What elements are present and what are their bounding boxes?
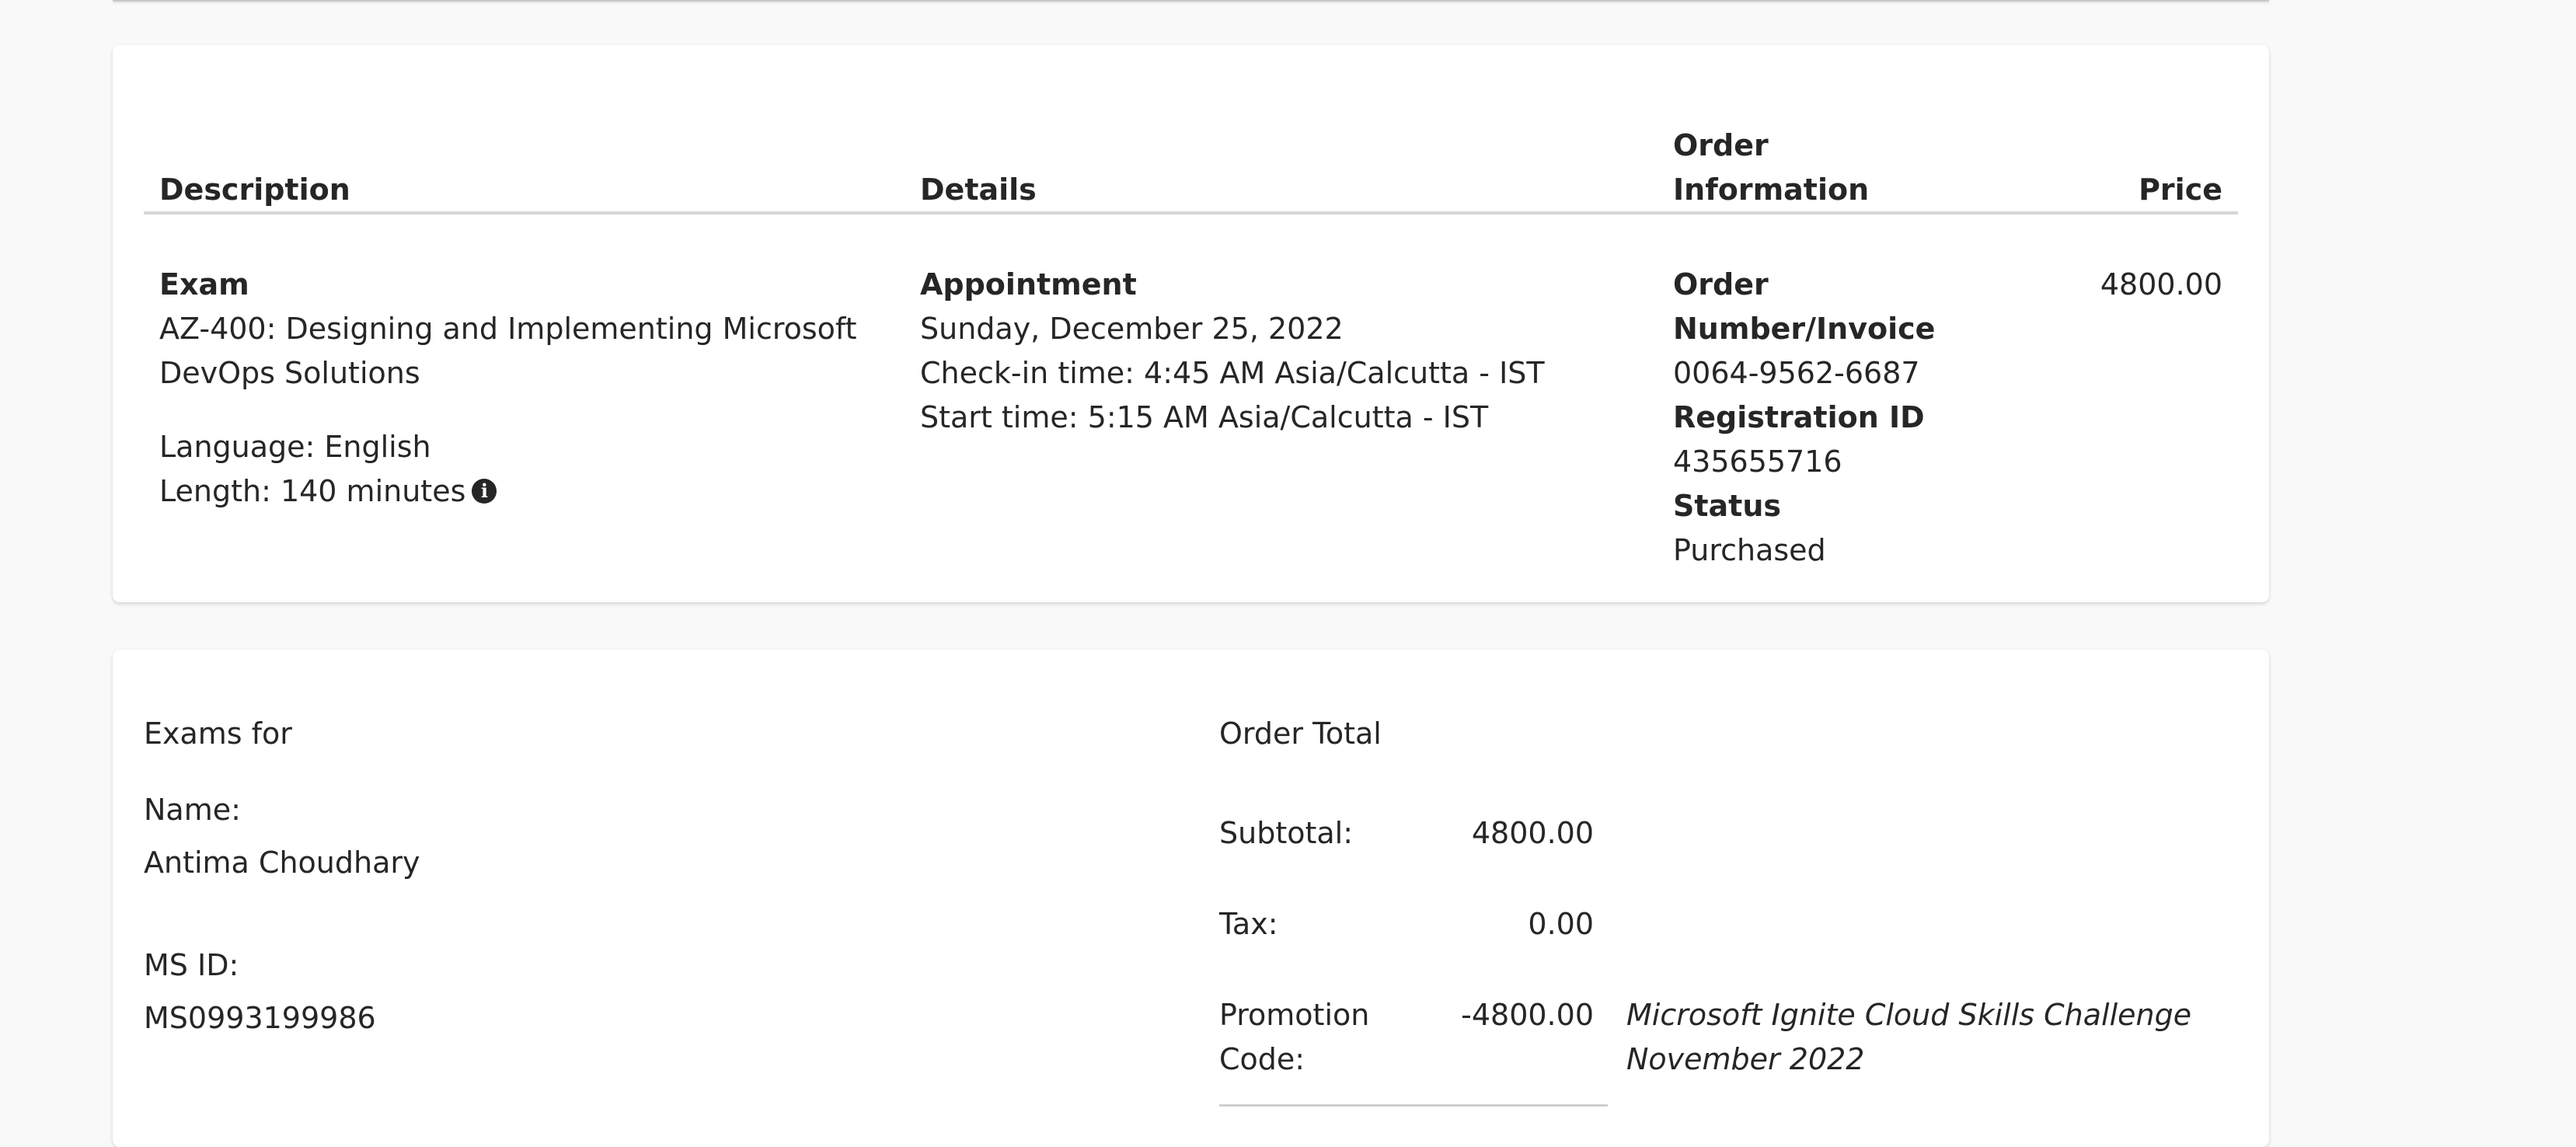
order-number-label-line1: Order (1673, 267, 1769, 302)
exam-length-row: Length: 140 minutes i (159, 469, 857, 514)
header-order-information: Order Information (1673, 124, 1869, 212)
totals-divider (1219, 1104, 1608, 1107)
details-cell: Appointment Sunday, December 25, 2022 Ch… (920, 263, 1545, 440)
registration-id-value: 435655716 (1673, 445, 1842, 479)
candidate-name-label: Name: (144, 793, 241, 827)
order-number-value: 0064-9562-6687 (1673, 356, 1920, 390)
subtotal-label: Subtotal: (1219, 816, 1354, 850)
item-type-label: Exam (159, 267, 249, 302)
ms-id-label: MS ID: (144, 948, 239, 982)
promotion-code-label: Promotion Code: (1219, 993, 1369, 1082)
promotion-code-value: -4800.00 (1461, 998, 1594, 1032)
exam-title-line2: DevOps Solutions (159, 356, 420, 390)
header-order-information-line2: Information (1673, 173, 1870, 207)
order-total-label: Order Total (1219, 716, 1382, 751)
header-details: Details (920, 173, 1037, 207)
candidate-name: Antima Choudhary (144, 845, 420, 880)
subtotal-value: 4800.00 (1471, 816, 1594, 850)
header-order-information-line1: Order (1673, 128, 1769, 162)
exam-length: Length: 140 minutes (159, 474, 466, 508)
header-divider (144, 211, 2238, 214)
promotion-name: Microsoft Ignite Cloud Skills Challenge … (1626, 993, 2191, 1082)
header-description: Description (159, 173, 350, 207)
status-value: Purchased (1673, 533, 1826, 567)
description-cell: Exam AZ-400: Designing and Implementing … (159, 263, 857, 514)
status-label: Status (1673, 489, 1782, 523)
promotion-name-line1: Microsoft Ignite Cloud Skills Challenge (1626, 998, 2192, 1032)
checkin-time: Check-in time: 4:45 AM Asia/Calcutta - I… (920, 356, 1545, 390)
appointment-date: Sunday, December 25, 2022 (920, 312, 1344, 346)
info-circle-icon[interactable]: i (472, 478, 497, 504)
tax-label: Tax: (1219, 907, 1278, 941)
promotion-code-label-line2: Code: (1219, 1042, 1305, 1076)
start-time: Start time: 5:15 AM Asia/Calcutta - IST (920, 400, 1489, 434)
exam-language: Language: English (159, 430, 431, 464)
tax-value: 0.00 (1528, 907, 1594, 941)
order-information-cell: Order Number/Invoice 0064-9562-6687 Regi… (1673, 263, 1935, 573)
previous-card-edge (113, 0, 2269, 2)
item-price: 4800.00 (2100, 267, 2222, 302)
promotion-code-label-line1: Promotion (1219, 998, 1370, 1032)
ms-id-value: MS0993199986 (144, 1001, 376, 1035)
exam-title-line1: AZ-400: Designing and Implementing Micro… (159, 312, 857, 346)
promotion-name-line2: November 2022 (1626, 1042, 1865, 1076)
registration-id-label: Registration ID (1673, 400, 1925, 434)
order-summary-card: Exams for Name: Antima Choudhary MS ID: … (113, 650, 2269, 1147)
order-number-label-line2: Number/Invoice (1673, 312, 1936, 346)
order-items-card: Description Details Order Information Pr… (113, 45, 2269, 602)
appointment-heading: Appointment (920, 267, 1137, 302)
header-price: Price (2139, 173, 2222, 207)
exams-for-label: Exams for (144, 716, 292, 751)
